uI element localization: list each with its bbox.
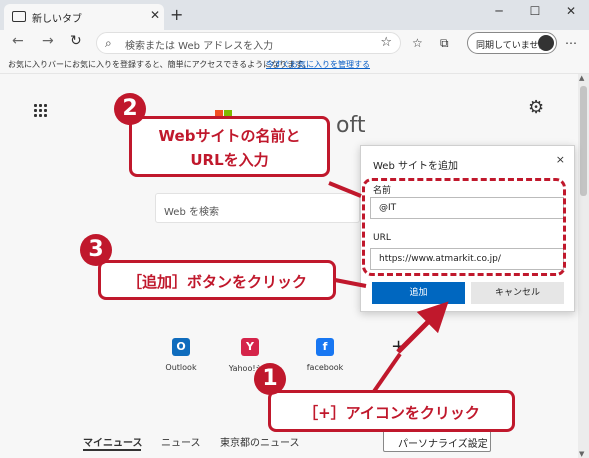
step3-badge: 3 [80, 234, 112, 266]
browser-window: 新しいタブ ✕ + ─ ☐ ✕ ← → ↻ ⌕ 検索または Web アドレスを入… [0, 0, 589, 458]
step2-callout: Webサイトの名前と URLを入力 [129, 116, 330, 177]
step3-text: ［追加］ボタンをクリック [126, 273, 307, 291]
step2-line2: URLを入力 [190, 151, 269, 169]
step1-callout: ［+］アイコンをクリック [268, 390, 515, 432]
step3-arrow [334, 278, 367, 288]
step2-arrow [328, 181, 362, 198]
step2-line1: Webサイトの名前と [158, 127, 301, 145]
step1-text: ［+］アイコンをクリック [303, 404, 480, 422]
step1-arrow-b [396, 301, 449, 354]
step1-badge: 1 [254, 363, 286, 395]
step3-callout: ［追加］ボタンをクリック [98, 260, 336, 300]
step2-badge: 2 [114, 93, 146, 125]
